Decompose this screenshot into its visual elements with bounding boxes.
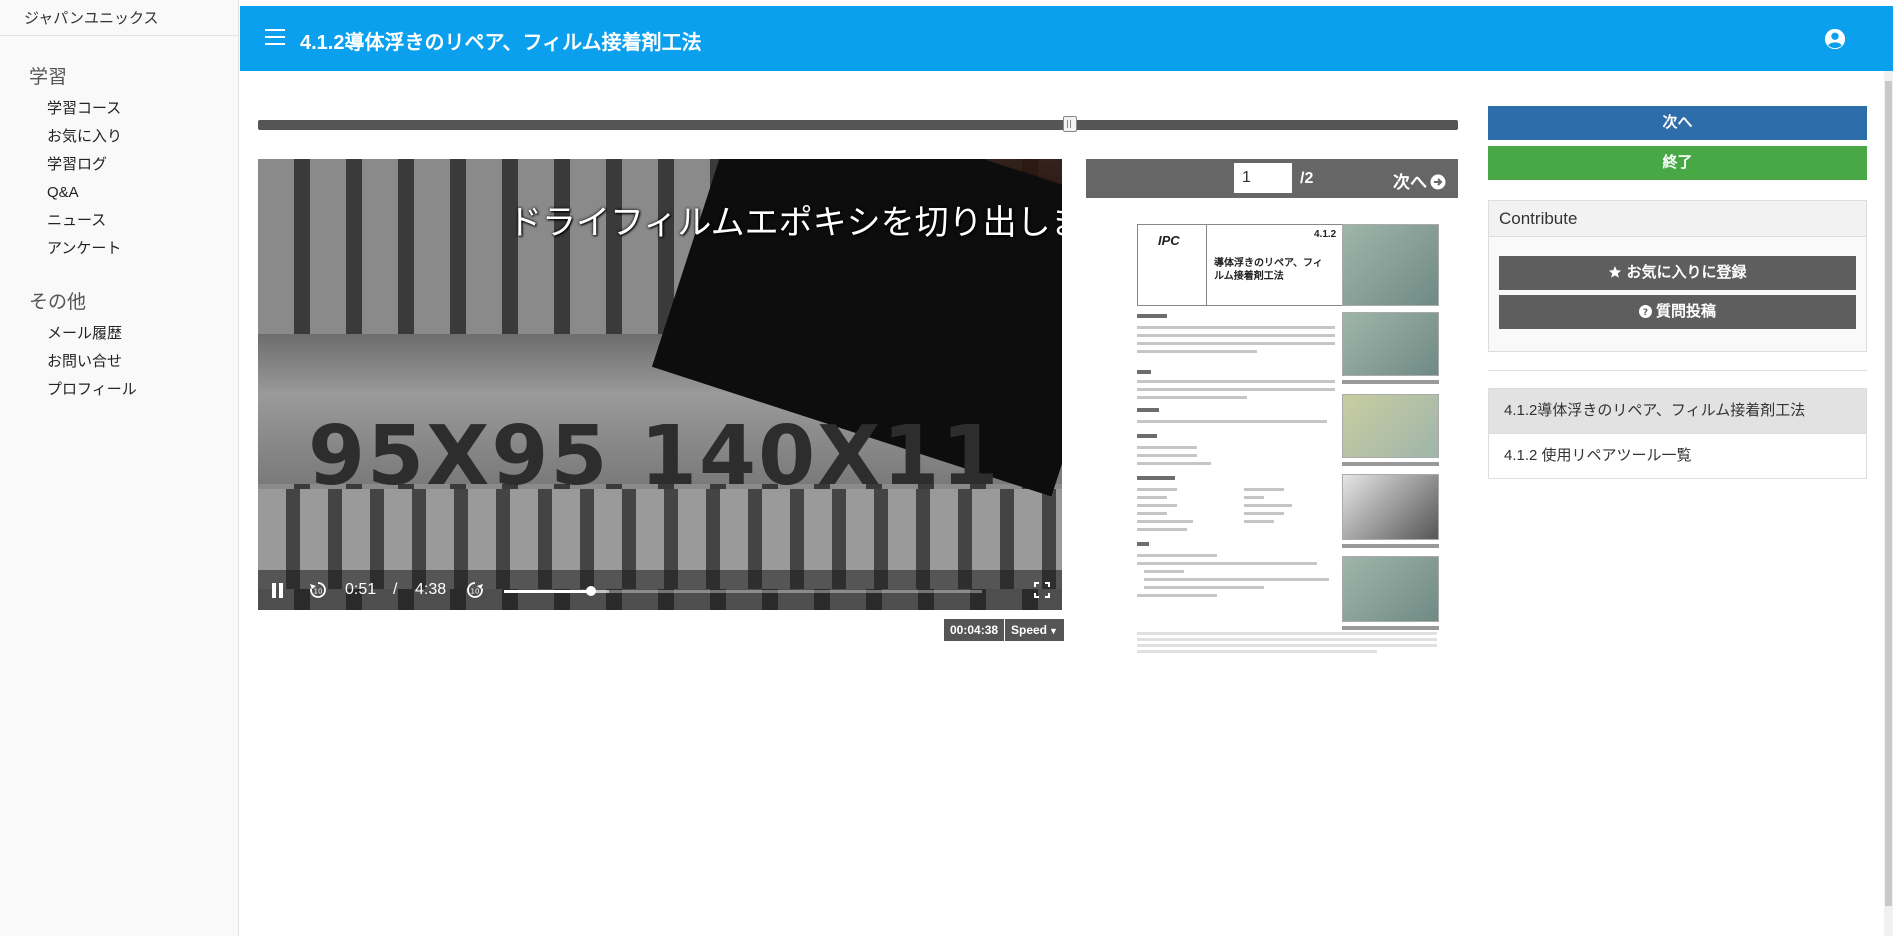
lesson-item-current[interactable]: 4.1.2導体浮きのリペア、フィルム接着剤工法 (1489, 389, 1866, 434)
nav-section-other: その他 (29, 292, 87, 313)
fullscreen-icon[interactable] (1034, 582, 1050, 598)
doc-figure (1342, 394, 1439, 458)
page-title: 4.1.2導体浮きのリペア、フィルム接着剤工法 (300, 32, 702, 54)
lesson-progress-slider[interactable] (258, 116, 1458, 132)
speed-dropdown[interactable]: Speed ▼ (1005, 619, 1064, 641)
video-seek-bar[interactable] (504, 586, 982, 596)
video-controls: 10 0:51 / 4:38 10 (258, 570, 1062, 610)
seek-played (504, 590, 592, 593)
speed-label: Speed (1011, 623, 1048, 637)
nav-item-news[interactable]: ニュース (0, 207, 238, 235)
doc-header: IPC 4.1.2 導体浮きのリペア、フィルム接着剤工法 (1137, 224, 1372, 306)
page-number-input[interactable] (1234, 163, 1292, 193)
forward-10-icon[interactable]: 10 (465, 580, 485, 600)
add-favorite-label: お気に入りに登録 (1626, 264, 1747, 281)
nav-item-profile[interactable]: プロフィール (0, 376, 238, 404)
nav-item-contact[interactable]: お問い合せ (0, 348, 238, 376)
question-circle-icon: ? (1638, 305, 1652, 318)
page-scrollbar[interactable] (1884, 71, 1893, 936)
doc-page-id: 4.1.2 (1314, 229, 1337, 240)
contribute-panel: Contribute お気に入りに登録 ? 質問投稿 (1488, 200, 1867, 352)
doc-figure (1342, 474, 1439, 540)
lesson-item[interactable]: 4.1.2 使用リペアツール一覧 (1489, 434, 1866, 478)
time-separator: / (393, 581, 398, 598)
nav-item-qa[interactable]: Q&A (0, 179, 238, 207)
top-bar: 4.1.2導体浮きのリペア、フィルム接着剤工法 (240, 6, 1893, 71)
post-question-label: 質問投稿 (1655, 303, 1716, 320)
video-subtitle: ドライフィルムエポキシを切り出します (508, 204, 1062, 242)
seek-handle[interactable] (586, 586, 597, 596)
post-question-button[interactable]: ? 質問投稿 (1499, 295, 1856, 329)
nav-section-learning: 学習 (29, 67, 68, 88)
doc-title: 導体浮きのリペア、フィルム接着剤工法 (1214, 258, 1323, 282)
nav-item-favorites[interactable]: お気に入り (0, 123, 238, 151)
rewind-10-icon[interactable]: 10 (308, 580, 328, 600)
svg-text:?: ? (1643, 308, 1648, 318)
add-favorite-button[interactable]: お気に入りに登録 (1499, 256, 1856, 290)
page-total: /2 (1300, 170, 1314, 187)
document-page-preview: IPC 4.1.2 導体浮きのリペア、フィルム接着剤工法 (1134, 222, 1440, 664)
nav-item-mail-history[interactable]: メール履歴 (0, 320, 238, 348)
pause-icon[interactable] (271, 583, 285, 599)
finish-button[interactable]: 終了 (1488, 146, 1867, 180)
progress-handle[interactable] (1063, 116, 1078, 132)
total-duration: 4:38 (415, 581, 447, 598)
nav-item-survey[interactable]: アンケート (0, 235, 238, 263)
doc-figure (1342, 224, 1439, 306)
video-chip-marking: 95X95 140X11 (308, 409, 1001, 504)
document-toolbar: /2 次へ (1086, 159, 1458, 198)
duration-badge: 00:04:38 (944, 619, 1005, 641)
user-circle-icon[interactable] (1824, 28, 1846, 50)
scrollbar-thumb[interactable] (1885, 81, 1892, 906)
current-time: 0:51 (345, 581, 377, 598)
document-next-button[interactable]: 次へ (1393, 168, 1446, 193)
svg-text:10: 10 (471, 588, 480, 596)
hamburger-icon[interactable] (265, 29, 285, 45)
arrow-circle-right-icon (1430, 174, 1446, 190)
nav-item-courses[interactable]: 学習コース (0, 95, 238, 123)
video-player[interactable]: 95X95 140X11 ドライフィルムエポキシを切り出します 10 0:51 … (258, 159, 1062, 610)
document-next-label: 次へ (1393, 173, 1427, 192)
doc-figure (1342, 312, 1439, 376)
caret-down-icon: ▼ (1049, 626, 1058, 636)
next-button[interactable]: 次へ (1488, 106, 1867, 140)
doc-logo: IPC (1158, 233, 1180, 248)
doc-figure (1342, 556, 1439, 622)
star-icon (1609, 266, 1622, 278)
contribute-heading: Contribute (1489, 201, 1866, 237)
brand-name[interactable]: ジャパンユニックス (0, 0, 238, 36)
nav-item-learning-log[interactable]: 学習ログ (0, 151, 238, 179)
sidebar: ジャパンユニックス 学習 学習コース お気に入り 学習ログ Q&A ニュース ア… (0, 0, 239, 936)
svg-text:10: 10 (314, 588, 323, 596)
divider (1488, 370, 1867, 371)
lesson-list: 4.1.2導体浮きのリペア、フィルム接着剤工法 4.1.2 使用リペアツール一覧 (1488, 388, 1867, 479)
